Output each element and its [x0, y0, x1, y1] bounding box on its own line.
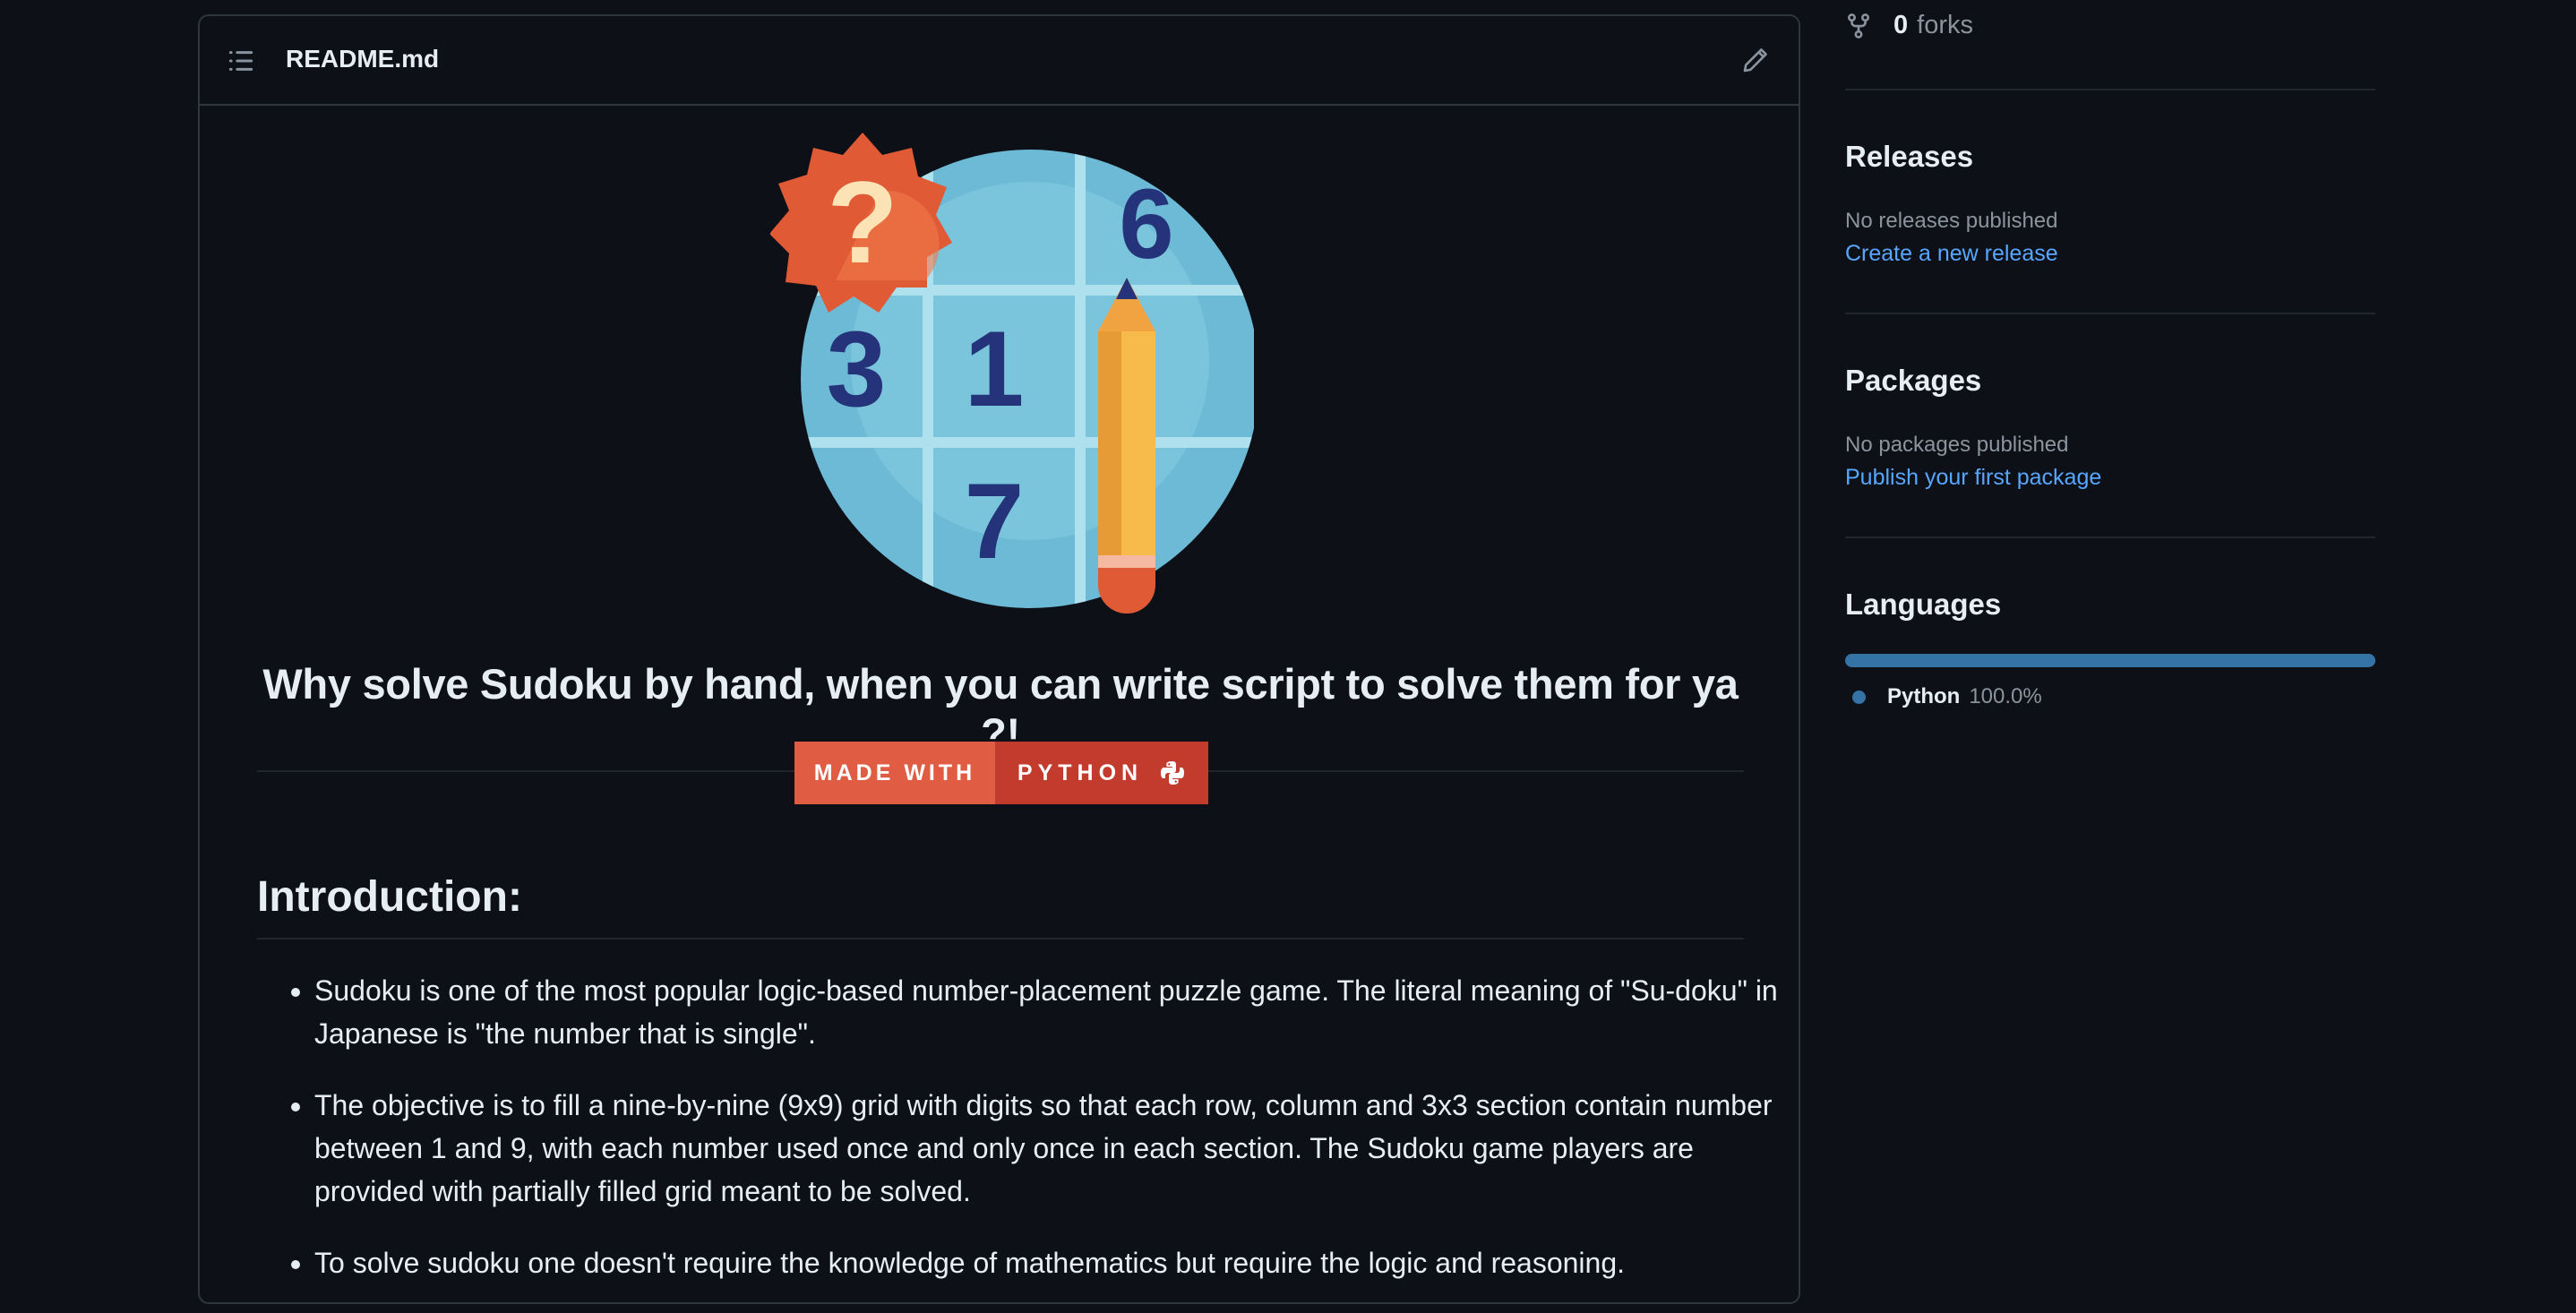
divider	[1845, 536, 2375, 538]
divider	[1845, 313, 2375, 314]
forks-count: 0	[1893, 11, 1909, 39]
list-icon[interactable]	[228, 47, 254, 74]
publish-package-link[interactable]: Publish your first package	[1845, 465, 2101, 491]
releases-status: No releases published	[1845, 209, 2058, 233]
language-percent: 100.0%	[1969, 684, 2042, 708]
readme-header: README.md	[200, 16, 1799, 106]
pencil-illustration	[1098, 278, 1155, 614]
hero-digit-6: 6	[1119, 169, 1173, 279]
language-bar[interactable]	[1845, 654, 2375, 667]
languages-heading: Languages	[1845, 588, 2002, 621]
made-with-python-badge[interactable]: MADE WITH PYTHON	[794, 742, 1208, 804]
list-item: The objective is to fill a nine-by-nine …	[314, 1084, 1801, 1213]
language-dot	[1852, 690, 1866, 704]
question-badge: ?	[770, 133, 952, 313]
sudoku-illustration: ? 6 3 1 7	[770, 133, 1254, 614]
language-name: Python	[1887, 684, 1961, 708]
releases-heading[interactable]: Releases	[1845, 140, 1973, 174]
readme-filename: README.md	[286, 45, 440, 73]
create-release-link[interactable]: Create a new release	[1845, 241, 2058, 267]
packages-heading[interactable]: Packages	[1845, 364, 1981, 398]
badge-right: PYTHON	[995, 742, 1208, 804]
readme-panel: README.md ? 6 3 1 7 Why solve Sudoku by …	[198, 14, 1800, 1304]
badge-right-label: PYTHON	[1017, 759, 1144, 785]
language-item-python[interactable]: Python 100.0%	[1852, 684, 2042, 709]
forks-link[interactable]: 0 forks	[1845, 11, 1973, 40]
forks-label: forks	[1917, 11, 1973, 39]
hero-digit-7: 7	[965, 461, 1025, 581]
hero-digit-3: 3	[827, 309, 887, 429]
pencil-icon[interactable]	[1741, 46, 1770, 74]
divider	[1845, 89, 2375, 90]
introduction-heading: Introduction:	[257, 872, 1744, 940]
hero-question: ?	[827, 157, 897, 287]
badge-left: MADE WITH	[794, 742, 995, 804]
list-item: To solve sudoku one doesn't require the …	[314, 1241, 1801, 1284]
packages-status: No packages published	[1845, 433, 2069, 457]
list-item: Sudoku is one of the most popular logic-…	[314, 969, 1801, 1055]
python-logo-icon	[1161, 761, 1185, 785]
hero-digit-1: 1	[965, 309, 1025, 429]
introduction-list: Sudoku is one of the most popular logic-…	[257, 969, 1801, 1313]
repo-forked-icon	[1847, 13, 1870, 39]
